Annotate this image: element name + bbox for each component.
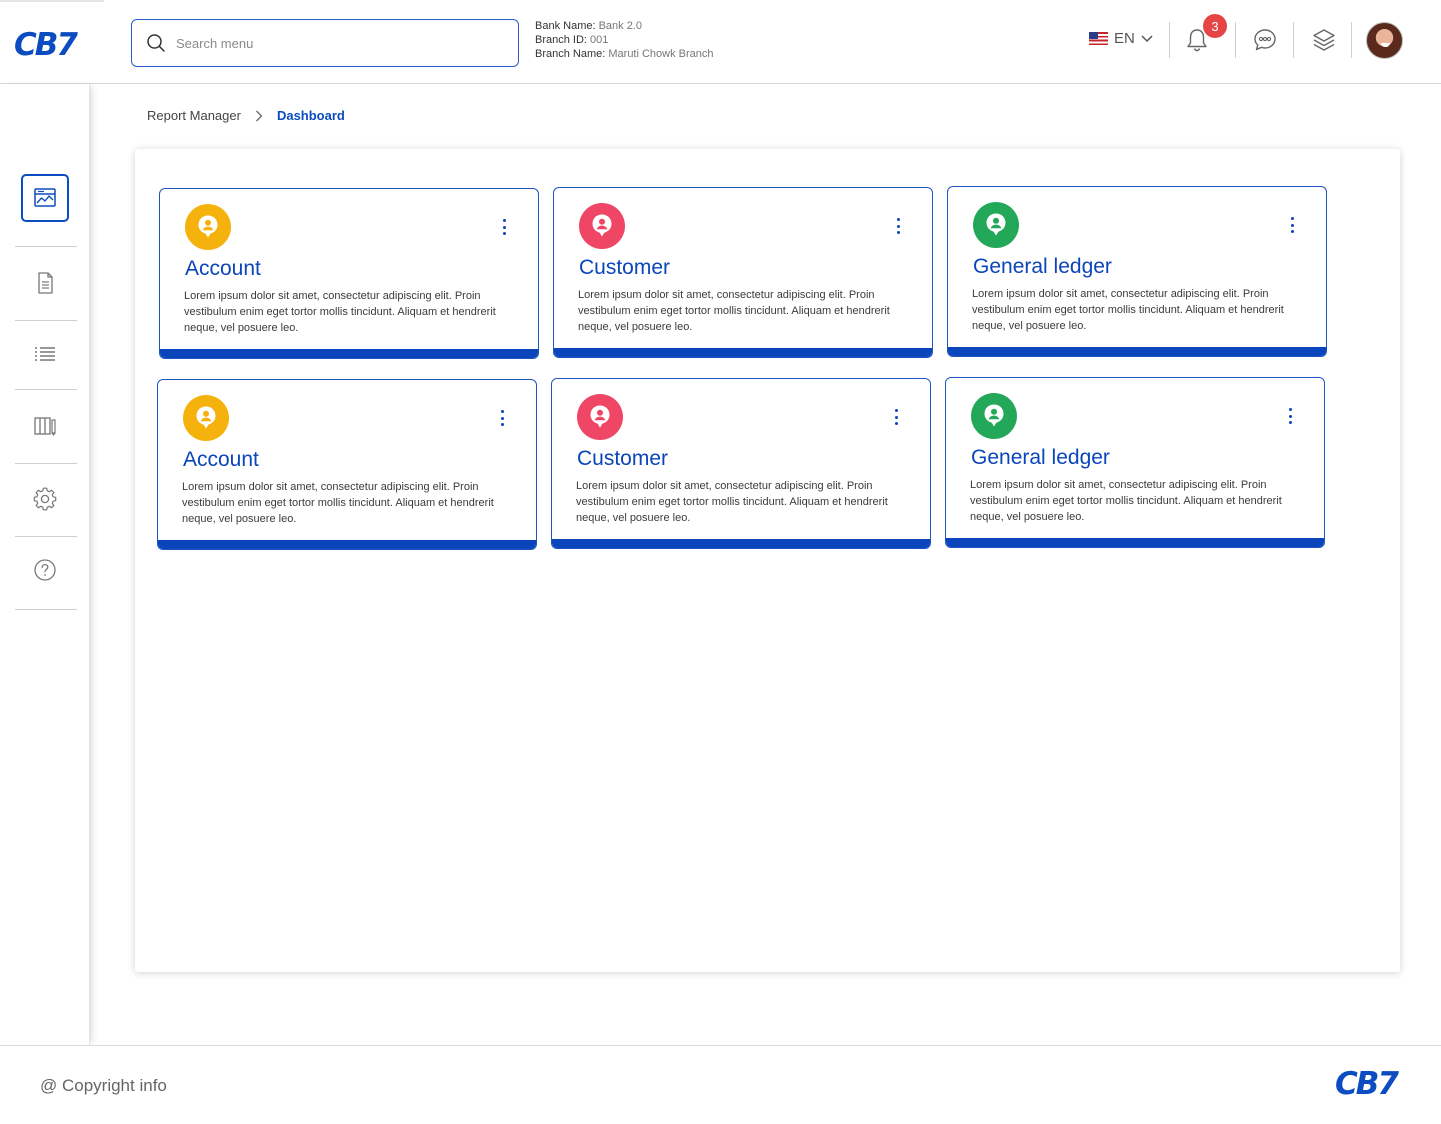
layers-icon xyxy=(1313,29,1335,51)
bank-name-label: Bank Name: xyxy=(535,20,596,32)
card-description: Lorem ipsum dolor sit amet, consectetur … xyxy=(972,288,1284,332)
branch-name-row: Branch Name: Maruti Chowk Branch xyxy=(535,47,714,61)
layers-button[interactable] xyxy=(1310,26,1338,54)
breadcrumb: Report Manager Dashboard xyxy=(147,108,345,123)
more-options-icon[interactable] xyxy=(498,410,506,426)
sidebar-item-list[interactable] xyxy=(21,330,69,378)
sidebar-divider xyxy=(15,246,77,247)
card-title: Customer xyxy=(579,256,671,279)
header-divider xyxy=(1169,22,1170,58)
sidebar-item-settings[interactable] xyxy=(21,475,69,523)
document-icon xyxy=(38,272,53,294)
report-card-customer[interactable]: Customer Lorem ipsum dolor sit amet, con… xyxy=(553,187,933,358)
language-selector[interactable]: EN xyxy=(1089,30,1153,47)
sidebar-divider xyxy=(15,609,77,610)
report-card-general-ledger[interactable]: General ledger Lorem ipsum dolor sit ame… xyxy=(945,377,1325,548)
us-flag-icon xyxy=(1089,32,1108,45)
sidebar-item-help[interactable] xyxy=(21,546,69,594)
more-options-icon[interactable] xyxy=(1288,217,1296,233)
bank-name-row: Bank Name: Bank 2.0 xyxy=(535,19,714,33)
footer-logo: CB7 xyxy=(1335,1066,1399,1102)
more-options-icon[interactable] xyxy=(892,409,900,425)
card-description: Lorem ipsum dolor sit amet, consectetur … xyxy=(182,481,494,525)
sidebar-divider xyxy=(15,320,77,321)
card-description: Lorem ipsum dolor sit amet, consectetur … xyxy=(970,479,1282,523)
bank-info: Bank Name: Bank 2.0 Branch ID: 001 Branc… xyxy=(535,19,714,61)
chat-button[interactable] xyxy=(1251,26,1279,54)
card-title: Account xyxy=(183,448,259,471)
user-avatar[interactable] xyxy=(1366,22,1403,59)
search-box[interactable] xyxy=(131,19,519,67)
breadcrumb-dashboard: Dashboard xyxy=(276,108,345,123)
sidebar-divider xyxy=(15,389,77,390)
sidebar-divider xyxy=(15,536,77,537)
branch-name-label: Branch Name: xyxy=(535,48,606,60)
header-divider xyxy=(1293,22,1294,58)
more-options-icon[interactable] xyxy=(1286,408,1294,424)
person-pin-icon xyxy=(973,202,1019,248)
chat-icon xyxy=(1254,29,1276,51)
card-title: Account xyxy=(185,257,261,280)
bank-name-value: Bank 2.0 xyxy=(598,20,643,32)
card-description: Lorem ipsum dolor sit amet, consectetur … xyxy=(576,480,888,524)
footer: @ Copyright info CB7 xyxy=(0,1045,1441,1124)
report-card-customer[interactable]: Customer Lorem ipsum dolor sit amet, con… xyxy=(551,378,931,549)
card-title: Customer xyxy=(577,447,669,470)
logo-divider xyxy=(0,0,104,2)
dashboard-panel: Account Lorem ipsum dolor sit amet, cons… xyxy=(135,149,1400,972)
search-input[interactable] xyxy=(176,35,476,51)
help-icon xyxy=(34,559,56,581)
sidebar-item-dashboard[interactable] xyxy=(21,174,69,222)
chevron-down-icon xyxy=(1141,34,1153,42)
branch-name-value: Maruti Chowk Branch xyxy=(608,48,714,60)
person-pin-icon xyxy=(185,204,231,250)
list-icon xyxy=(35,347,55,361)
app-root: CB7 Bank Name: Bank 2.0 Branch ID: 001 B… xyxy=(0,0,1441,1124)
report-card-general-ledger[interactable]: General ledger Lorem ipsum dolor sit ame… xyxy=(947,186,1327,357)
person-pin-icon xyxy=(971,393,1017,439)
more-options-icon[interactable] xyxy=(894,218,902,234)
report-card-account[interactable]: Account Lorem ipsum dolor sit amet, cons… xyxy=(159,188,539,359)
breadcrumb-report-manager[interactable]: Report Manager xyxy=(147,108,241,123)
dashboard-chart-icon xyxy=(34,188,56,207)
search-icon xyxy=(147,34,165,52)
branch-id-value: 001 xyxy=(590,34,609,46)
chevron-right-icon xyxy=(255,110,263,121)
report-card-account[interactable]: Account Lorem ipsum dolor sit amet, cons… xyxy=(157,379,537,550)
person-pin-icon xyxy=(577,394,623,440)
card-title: General ledger xyxy=(973,255,1112,278)
gear-icon xyxy=(33,487,57,511)
more-options-icon[interactable] xyxy=(500,219,508,235)
brand-logo[interactable]: CB7 xyxy=(14,27,78,63)
sidebar xyxy=(0,84,90,1045)
branch-id-label: Branch ID: xyxy=(535,34,587,46)
sidebar-divider xyxy=(15,463,77,464)
sidebar-item-columns[interactable] xyxy=(21,402,69,450)
branch-id-row: Branch ID: 001 xyxy=(535,33,714,47)
copyright-text: @ Copyright info xyxy=(40,1076,167,1095)
language-label: EN xyxy=(1114,30,1135,47)
notification-count-badge: 3 xyxy=(1203,14,1227,38)
columns-edit-icon xyxy=(34,417,56,436)
person-pin-icon xyxy=(183,395,229,441)
card-description: Lorem ipsum dolor sit amet, consectetur … xyxy=(578,289,890,333)
header-divider xyxy=(1351,22,1352,58)
card-description: Lorem ipsum dolor sit amet, consectetur … xyxy=(184,290,496,334)
person-pin-icon xyxy=(579,203,625,249)
card-title: General ledger xyxy=(971,446,1110,469)
header-divider xyxy=(1235,22,1236,58)
sidebar-item-documents[interactable] xyxy=(21,259,69,307)
top-header: CB7 Bank Name: Bank 2.0 Branch ID: 001 B… xyxy=(0,0,1441,84)
